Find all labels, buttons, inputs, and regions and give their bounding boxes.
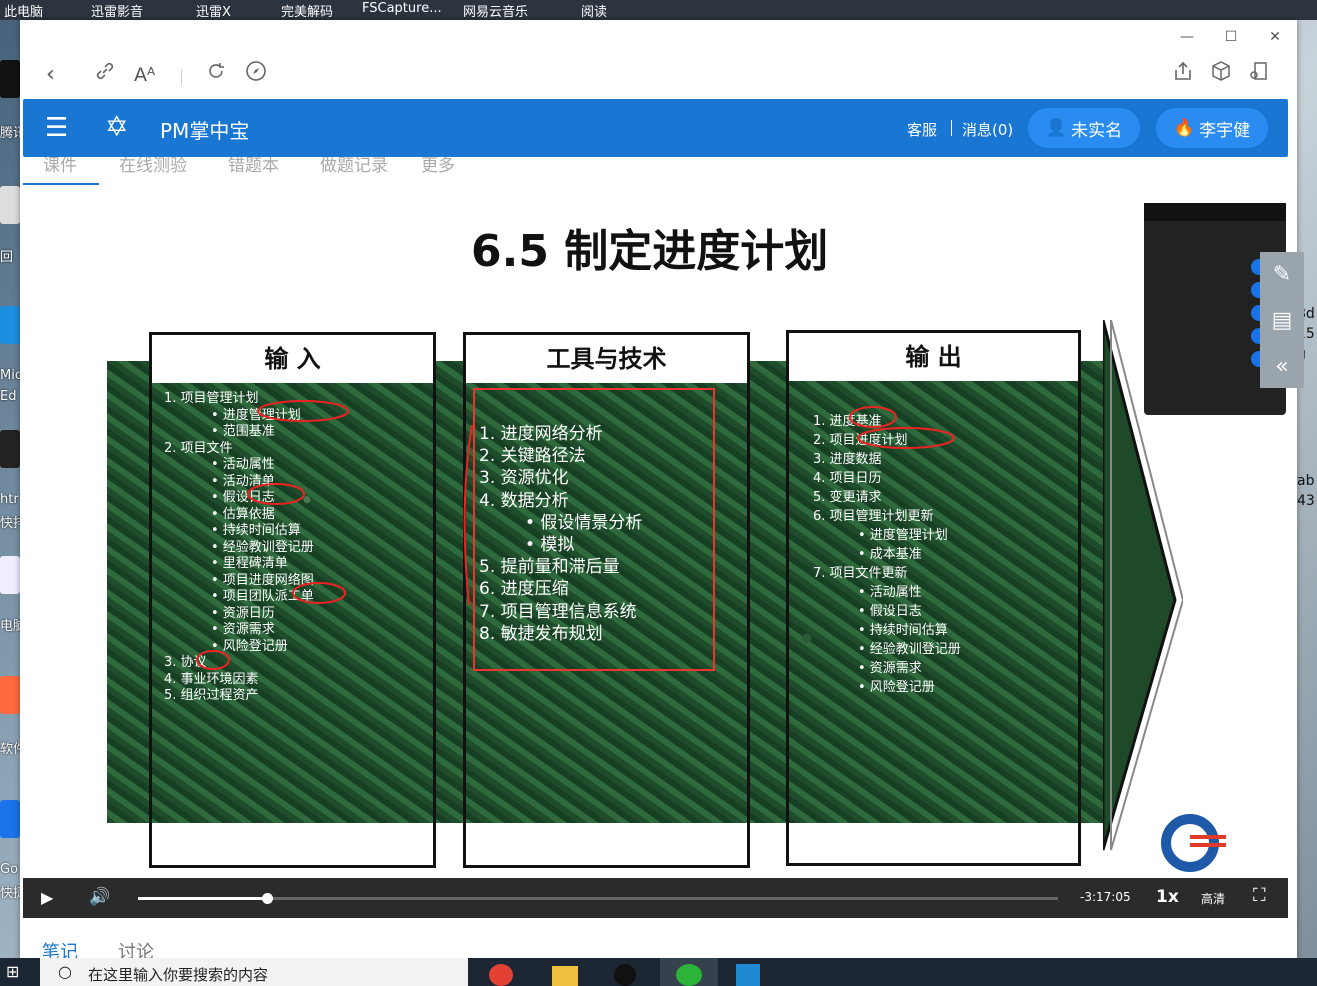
tab-wrong-questions[interactable]: 错题本 <box>228 157 279 176</box>
fullscreen-icon[interactable]: ⛶ <box>1253 885 1266 906</box>
user-name: 李宇健 <box>1199 120 1251 141</box>
desktop-icon-label[interactable]: htr <box>0 492 19 507</box>
qq-icon[interactable] <box>0 60 20 98</box>
windows-start-icon[interactable]: ⊞ <box>6 962 19 981</box>
font-size-icon[interactable]: Aᴬ <box>134 60 155 90</box>
desktop-icon-label[interactable]: FSCapture... <box>362 1 442 16</box>
desktop-icon-label[interactable]: 此电脑 <box>4 1 43 20</box>
course-tabs: 课件 在线测验 错题本 做题记录 更多 <box>23 157 1288 185</box>
user-profile-button[interactable]: 🔥 李宇健 <box>1156 108 1268 148</box>
reader-icon[interactable] <box>1248 60 1270 91</box>
volume-icon[interactable]: 🔊 <box>89 887 110 907</box>
handwritten-annotations <box>196 400 955 670</box>
tab-practice-records[interactable]: 做题记录 <box>320 157 388 176</box>
qq-icon[interactable] <box>614 964 636 986</box>
share-icon[interactable] <box>1172 60 1194 91</box>
progress-knob[interactable] <box>261 893 273 904</box>
header-divider <box>951 120 952 136</box>
maximize-button[interactable]: ☐ <box>1219 29 1243 45</box>
app-icon[interactable] <box>0 676 20 714</box>
desktop-icon-label[interactable]: 网易云音乐 <box>463 1 528 20</box>
chrome-icon[interactable] <box>489 964 513 986</box>
tab-courseware[interactable]: 课件 <box>43 157 77 176</box>
minimize-button[interactable]: — <box>1175 29 1199 45</box>
search-placeholder: 在这里输入你要搜索的内容 <box>88 966 269 984</box>
desktop-icon-label[interactable]: 43 <box>1297 493 1315 509</box>
back-icon[interactable]: ‹ <box>46 60 55 90</box>
video-player[interactable]: 6.5 制定进度计划 输 入 1. 项目管理计划 • 进度管理计划 • 范围基准 2.… <box>23 185 1288 898</box>
player-controls: ▶ 🔊 -3:17:05 1x 高清 ⛶ <box>23 878 1288 918</box>
speed-button[interactable]: 1x <box>1156 887 1179 907</box>
browser-toolbar: ‹ Aᴬ <box>20 54 1297 96</box>
browser-window: — ☐ ✕ ‹ Aᴬ ☰ ✡ PM掌中宝 客服 消息(0) 👤 未实名 🔥 李宇… <box>20 20 1304 963</box>
app-icon[interactable] <box>0 186 20 224</box>
side-toolbar: ✎ ▤ « <box>1260 252 1304 388</box>
compass-icon[interactable] <box>245 60 267 91</box>
play-icon[interactable]: ▶ <box>41 888 53 907</box>
support-link[interactable]: 客服 <box>907 119 937 140</box>
collapse-icon[interactable]: « <box>1260 344 1304 388</box>
edge-icon[interactable] <box>0 306 20 344</box>
desktop-icon-label[interactable]: ab <box>1297 473 1314 489</box>
progress-track[interactable] <box>138 897 1058 900</box>
edit-pen-icon[interactable]: ✎ <box>1260 252 1304 296</box>
desktop-top-icons: 此电脑 迅雷影音 迅雷X 完美解码 FSCapture... 网易云音乐 阅读 <box>0 0 1317 20</box>
app-title: PM掌中宝 <box>160 119 250 143</box>
tab-online-quiz[interactable]: 在线测验 <box>119 157 187 176</box>
wechat-icon <box>676 964 702 986</box>
desktop-icon-label[interactable]: Go <box>0 862 18 877</box>
search-icon: ○ <box>58 962 72 981</box>
taskbar-search-box[interactable]: ○ 在这里输入你要搜索的内容 <box>40 958 468 986</box>
verify-label: 未实名 <box>1071 120 1123 141</box>
desktop-icon-label[interactable]: 完美解码 <box>281 1 333 20</box>
floating-panel-titlebar[interactable] <box>1144 203 1286 221</box>
vscode-icon[interactable] <box>736 964 760 986</box>
app-icon[interactable] <box>0 556 20 594</box>
verify-account-button[interactable]: 👤 未实名 <box>1028 108 1140 148</box>
desktop-icon-label[interactable]: Ed <box>0 389 16 404</box>
century-logo <box>1150 813 1230 873</box>
link-icon[interactable] <box>94 60 116 91</box>
desktop-icon-label[interactable]: 回 <box>0 246 13 265</box>
desktop-icon-label[interactable]: 迅雷影音 <box>91 1 143 20</box>
quality-button[interactable]: 高清 <box>1201 890 1225 907</box>
messages-link[interactable]: 消息(0) <box>962 119 1013 140</box>
tab-more[interactable]: 更多 <box>421 157 455 176</box>
comment-icon[interactable]: ▤ <box>1260 298 1304 342</box>
hamburger-menu-icon[interactable]: ☰ <box>45 113 68 143</box>
desktop-icon-label[interactable]: 阅读 <box>581 1 607 20</box>
app-header: ☰ ✡ PM掌中宝 客服 消息(0) 👤 未实名 🔥 李宇健 <box>23 99 1288 157</box>
desktop-icon-label[interactable]: 迅雷X <box>196 1 231 20</box>
time-remaining: -3:17:05 <box>1080 890 1131 904</box>
star-logo-icon: ✡ <box>105 110 129 143</box>
app-icon[interactable] <box>0 430 20 468</box>
toolbar-divider <box>181 69 182 85</box>
windows-taskbar: ⊞ ○ 在这里输入你要搜索的内容 <box>0 958 1317 986</box>
user-icon: 👤 <box>1045 118 1068 138</box>
file-explorer-icon[interactable] <box>552 966 578 986</box>
refresh-icon[interactable] <box>205 60 227 91</box>
cube-icon[interactable] <box>1210 60 1232 91</box>
progress-fill <box>138 897 267 900</box>
app-icon[interactable] <box>0 800 20 838</box>
close-button[interactable]: ✕ <box>1263 29 1287 45</box>
window-controls: — ☐ ✕ <box>1157 20 1297 54</box>
flame-icon: 🔥 <box>1173 118 1196 138</box>
